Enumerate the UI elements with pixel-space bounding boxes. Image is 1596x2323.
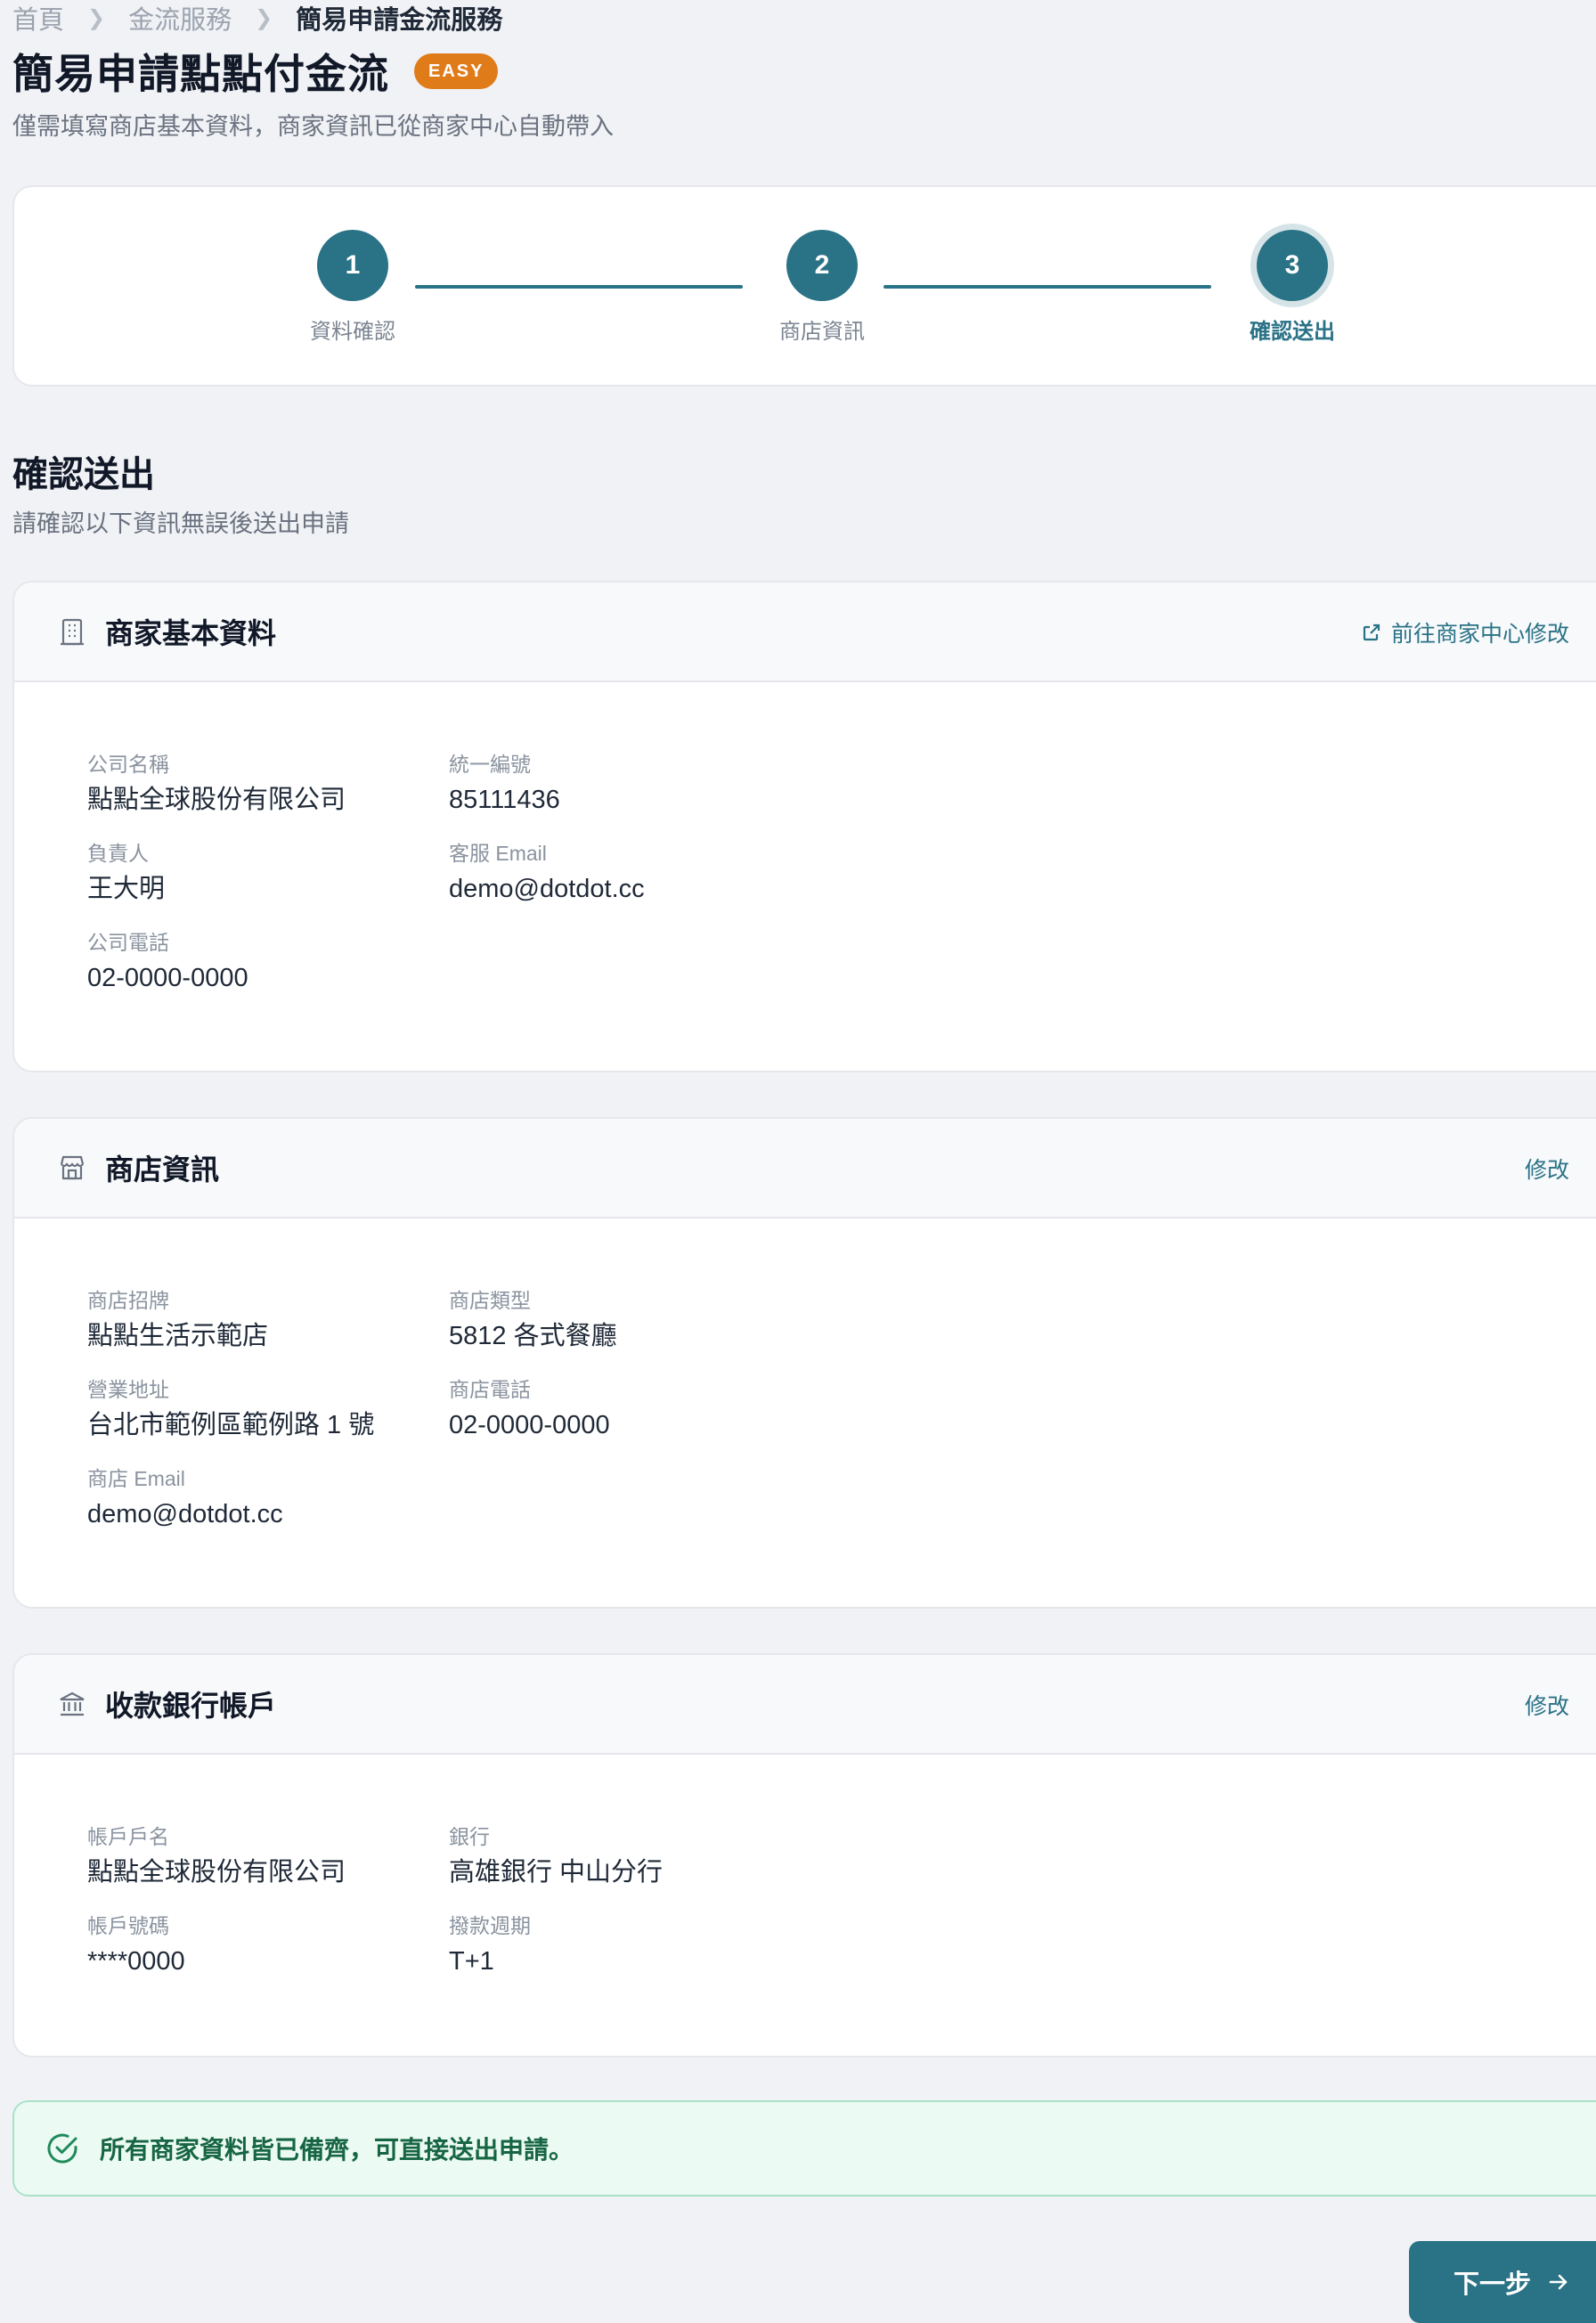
store-card-header: 商店資訊 修改 [14, 1119, 1596, 1219]
step-1-label: 資料確認 [310, 320, 395, 344]
field-value: 85111436 [449, 786, 560, 814]
field-label: 商店電話 [449, 1378, 531, 1401]
edit-bank-button[interactable]: 修改 [1525, 1655, 1569, 1755]
arrow-right-icon [1549, 2274, 1568, 2290]
page-subtitle: 僅需填寫商店基本資料，商家資訊已從商家中心自動帶入 [12, 113, 614, 140]
field-label: 統一編號 [449, 753, 531, 776]
breadcrumb-item-home[interactable]: 首頁 [12, 0, 64, 37]
field-store-type: 商店類型 5812 各式餐廳 [449, 1286, 617, 1354]
bank-card-title: 收款銀行帳戶 [105, 1690, 277, 1722]
store-icon [57, 1153, 87, 1183]
field-store-email: 商店 Email demo@dotdot.cc [87, 1464, 283, 1532]
field-value: 02-0000-0000 [87, 964, 248, 992]
field-company-phone: 公司電話 02-0000-0000 [87, 928, 248, 996]
page-title: 簡易申請點點付金流 [12, 51, 389, 97]
step-1-circle: 1 [317, 230, 388, 301]
next-button[interactable]: 下一步 [1409, 2241, 1596, 2323]
field-value: 點點全球股份有限公司 [87, 1858, 346, 1887]
field-value: 王大明 [87, 875, 166, 903]
step-connector-1-2 [415, 285, 743, 289]
breadcrumb-current: 簡易申請金流服務 [296, 6, 503, 35]
building-icon [57, 616, 87, 647]
field-value: demo@dotdot.cc [449, 875, 645, 903]
field-account-number: 帳戶號碼 ****0000 [87, 1911, 185, 1979]
field-value: 02-0000-0000 [449, 1411, 610, 1439]
field-label: 客服 Email [449, 842, 547, 865]
breadcrumb: 首頁 ❯ 金流服務 ❯ 簡易申請金流服務 [12, 0, 502, 36]
next-button-label: 下一步 [1454, 2270, 1532, 2299]
edit-in-merchant-center-label: 前往商家中心修改 [1390, 622, 1569, 647]
merchant-info-card: 商家基本資料 前往商家中心修改 公司名稱 點點全球股份有限公司 統一編號 851… [12, 581, 1596, 1072]
field-value: 點點生活示範店 [87, 1322, 269, 1350]
section-title: 確認送出 [12, 455, 155, 494]
field-label: 營業地址 [87, 1378, 169, 1401]
breadcrumb-item-payment-services[interactable]: 金流服務 [128, 0, 232, 37]
edit-store-button[interactable]: 修改 [1525, 1119, 1569, 1219]
store-card-title: 商店資訊 [105, 1153, 220, 1186]
bank-icon [57, 1689, 87, 1719]
field-account-name: 帳戶戶名 點點全球股份有限公司 [87, 1822, 346, 1890]
field-support-email: 客服 Email demo@dotdot.cc [449, 839, 645, 907]
field-value: 5812 各式餐廳 [449, 1322, 617, 1350]
field-label: 撥款週期 [449, 1914, 531, 1937]
step-2-label: 商店資訊 [779, 320, 865, 344]
store-info-card: 商店資訊 修改 商店招牌 點點生活示範店 商店類型 5812 各式餐廳 營業地址… [12, 1117, 1596, 1609]
chevron-right-icon: ❯ [87, 5, 106, 30]
field-label: 負責人 [87, 842, 149, 865]
chevron-right-icon: ❯ [255, 5, 273, 30]
field-value: ****0000 [87, 1947, 185, 1976]
step-1: 1 資料確認 [255, 230, 451, 345]
field-store-signboard: 商店招牌 點點生活示範店 [87, 1286, 268, 1354]
step-2-circle: 2 [786, 230, 858, 301]
title-row: 簡易申請點點付金流 EASY [12, 43, 499, 100]
stepper: 1 資料確認 2 商店資訊 3 確認送出 [12, 185, 1596, 387]
edit-in-merchant-center-link[interactable]: 前往商家中心修改 [1361, 583, 1569, 682]
external-link-icon [1363, 624, 1380, 641]
field-responsible-person: 負責人 王大明 [87, 839, 165, 907]
check-circle-icon [47, 2133, 77, 2164]
merchant-card-title: 商家基本資料 [105, 617, 277, 649]
field-label: 商店 Email [87, 1467, 185, 1490]
step-2: 2 商店資訊 [724, 230, 920, 345]
step-3: 3 確認送出 [1194, 230, 1390, 345]
field-tax-id: 統一編號 85111436 [449, 750, 560, 818]
step-3-label: 確認送出 [1250, 320, 1335, 344]
merchant-card-header: 商家基本資料 前往商家中心修改 [14, 583, 1596, 682]
field-label: 帳戶戶名 [87, 1825, 169, 1848]
bank-card-header: 收款銀行帳戶 修改 [14, 1655, 1596, 1755]
field-value: 點點全球股份有限公司 [87, 786, 346, 814]
step-connector-2-3 [884, 285, 1211, 289]
bank-account-card: 收款銀行帳戶 修改 帳戶戶名 點點全球股份有限公司 銀行 高雄銀行 中山分行 帳… [12, 1653, 1596, 2058]
field-label: 公司電話 [87, 931, 169, 954]
field-company-name: 公司名稱 點點全球股份有限公司 [87, 750, 346, 818]
step-3-circle: 3 [1257, 230, 1328, 301]
field-label: 帳戶號碼 [87, 1914, 169, 1937]
field-business-address: 營業地址 台北市範例區範例路 1 號 [87, 1375, 374, 1443]
field-payout-cycle: 撥款週期 T+1 [449, 1911, 531, 1979]
success-banner: 所有商家資料皆已備齊，可直接送出申請。 [12, 2100, 1596, 2197]
section-subtitle: 請確認以下資訊無誤後送出申請 [12, 510, 349, 537]
success-message: 所有商家資料皆已備齊，可直接送出申請。 [100, 2136, 574, 2164]
field-value: 台北市範例區範例路 1 號 [87, 1411, 375, 1439]
field-label: 商店類型 [449, 1289, 531, 1312]
field-bank: 銀行 高雄銀行 中山分行 [449, 1822, 663, 1890]
easy-badge: EASY [414, 53, 499, 89]
field-label: 銀行 [449, 1825, 490, 1848]
field-store-phone: 商店電話 02-0000-0000 [449, 1375, 610, 1443]
field-value: demo@dotdot.cc [87, 1500, 283, 1528]
field-value: 高雄銀行 中山分行 [449, 1858, 664, 1887]
field-value: T+1 [449, 1947, 494, 1976]
field-label: 商店招牌 [87, 1289, 169, 1312]
field-label: 公司名稱 [87, 753, 169, 776]
